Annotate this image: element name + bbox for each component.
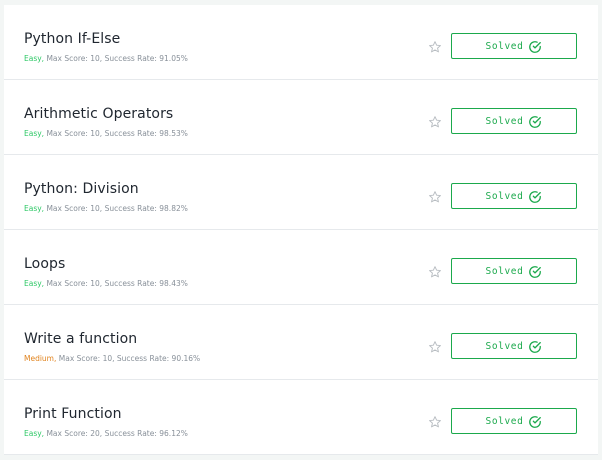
challenge-details: Max Score: 10, Success Rate: 98.43% bbox=[44, 279, 188, 288]
solved-label: Solved bbox=[485, 40, 524, 52]
star-icon[interactable] bbox=[428, 114, 442, 128]
check-circle-icon bbox=[528, 339, 542, 353]
check-circle-icon bbox=[528, 414, 542, 428]
solved-button[interactable]: Solved bbox=[451, 183, 577, 209]
solved-button[interactable]: Solved bbox=[451, 333, 577, 359]
solved-label: Solved bbox=[485, 415, 524, 427]
solved-label: Solved bbox=[485, 340, 524, 352]
challenge-meta: Easy, Max Score: 10, Success Rate: 91.05… bbox=[24, 54, 188, 63]
star-icon[interactable] bbox=[428, 264, 442, 278]
challenge-title[interactable]: Write a function bbox=[24, 331, 137, 347]
star-icon[interactable] bbox=[428, 189, 442, 203]
challenge-details: Max Score: 10, Success Rate: 91.05% bbox=[44, 54, 188, 63]
solved-button[interactable]: Solved bbox=[451, 108, 577, 134]
challenge-list: Python If-Else Easy, Max Score: 10, Succ… bbox=[4, 0, 598, 456]
difficulty-label: Easy, bbox=[24, 279, 45, 288]
challenge-title[interactable]: Print Function bbox=[24, 406, 122, 422]
check-circle-icon bbox=[528, 39, 542, 53]
solved-button[interactable]: Solved bbox=[451, 408, 577, 434]
challenge-title[interactable]: Python: Division bbox=[24, 181, 139, 197]
challenge-card: Arithmetic Operators Easy, Max Score: 10… bbox=[4, 80, 598, 155]
challenge-meta: Easy, Max Score: 20, Success Rate: 96.12… bbox=[24, 429, 188, 438]
challenge-title[interactable]: Python If-Else bbox=[24, 31, 120, 47]
challenge-title[interactable]: Arithmetic Operators bbox=[24, 106, 173, 122]
solved-label: Solved bbox=[485, 115, 524, 127]
challenge-details: Max Score: 20, Success Rate: 96.12% bbox=[44, 429, 188, 438]
challenge-meta: Easy, Max Score: 10, Success Rate: 98.82… bbox=[24, 204, 188, 213]
challenge-card: Loops Easy, Max Score: 10, Success Rate:… bbox=[4, 230, 598, 305]
star-icon[interactable] bbox=[428, 414, 442, 428]
difficulty-label: Easy, bbox=[24, 129, 45, 138]
difficulty-label: Medium, bbox=[24, 354, 57, 363]
solved-button[interactable]: Solved bbox=[451, 258, 577, 284]
star-icon[interactable] bbox=[428, 39, 442, 53]
difficulty-label: Easy, bbox=[24, 204, 45, 213]
challenge-card: Print Function Easy, Max Score: 20, Succ… bbox=[4, 380, 598, 455]
challenge-card: Write a function Medium, Max Score: 10, … bbox=[4, 305, 598, 380]
check-circle-icon bbox=[528, 264, 542, 278]
challenge-card: Python If-Else Easy, Max Score: 10, Succ… bbox=[4, 5, 598, 80]
difficulty-label: Easy, bbox=[24, 54, 45, 63]
challenge-title[interactable]: Loops bbox=[24, 256, 65, 272]
check-circle-icon bbox=[528, 189, 542, 203]
challenge-details: Max Score: 10, Success Rate: 90.16% bbox=[56, 354, 201, 363]
solved-button[interactable]: Solved bbox=[451, 33, 577, 59]
challenge-details: Max Score: 10, Success Rate: 98.53% bbox=[44, 129, 188, 138]
solved-label: Solved bbox=[485, 265, 524, 277]
challenge-details: Max Score: 10, Success Rate: 98.82% bbox=[44, 204, 188, 213]
check-circle-icon bbox=[528, 114, 542, 128]
solved-label: Solved bbox=[485, 190, 524, 202]
challenge-meta: Easy, Max Score: 10, Success Rate: 98.43… bbox=[24, 279, 188, 288]
challenge-meta: Medium, Max Score: 10, Success Rate: 90.… bbox=[24, 354, 200, 363]
star-icon[interactable] bbox=[428, 339, 442, 353]
difficulty-label: Easy, bbox=[24, 429, 45, 438]
challenge-card: Python: Division Easy, Max Score: 10, Su… bbox=[4, 155, 598, 230]
challenge-meta: Easy, Max Score: 10, Success Rate: 98.53… bbox=[24, 129, 188, 138]
